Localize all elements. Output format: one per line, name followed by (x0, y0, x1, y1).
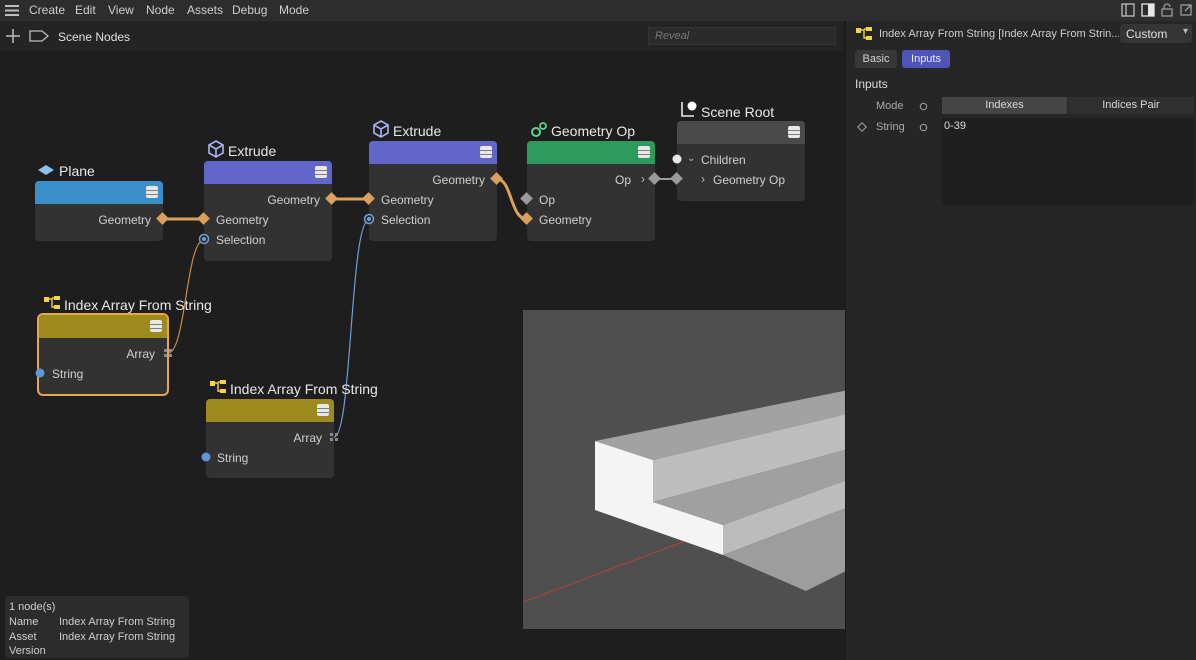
gears-icon (531, 122, 547, 137)
panel-title: Index Array From String [Index Array Fro… (879, 28, 1119, 40)
index-array2-string-input: String (217, 451, 249, 465)
node-menu-icon[interactable] (638, 146, 650, 158)
extrude2-geometry-output: Geometry (432, 173, 485, 187)
geometry-op-op-output: Op (614, 173, 631, 187)
name-value: Index Array From String (59, 616, 176, 628)
index-array2-node[interactable]: Array String (206, 399, 334, 478)
chevron-right-icon: › (641, 172, 645, 186)
keyframe-circle-icon[interactable] (919, 102, 928, 111)
index-array1-node-title: Index Array From String (64, 297, 212, 313)
extrude2-node-title: Extrude (393, 123, 442, 139)
index-array2-array-output: Array (293, 431, 322, 445)
string-value: 0-39 (944, 120, 967, 132)
extrude1-selection-input: Selection (216, 233, 266, 247)
node-count: 1 node(s) (9, 601, 56, 613)
node-menu-icon[interactable] (150, 320, 162, 332)
dropdown-arrow-icon: ▾ (1182, 26, 1188, 37)
mode-label: Mode (876, 100, 904, 112)
scene-root-node[interactable]: ⌄ Children › Geometry Op (677, 121, 805, 201)
plane-icon (38, 165, 54, 175)
string-textarea[interactable]: 0-39 (942, 118, 1194, 206)
geometry-op-geometry-input: Geometry (539, 213, 592, 227)
extrude2-selection-input: Selection (381, 213, 431, 227)
maximize-icon[interactable] (1179, 3, 1193, 17)
index-array1-string-input: String (52, 367, 84, 381)
version-label: Version (9, 645, 46, 657)
extrude1-node-title: Extrude (228, 143, 277, 159)
geometry-op-node-title: Geometry Op (551, 123, 636, 139)
plane-geometry-output: Geometry (98, 213, 151, 227)
extrude2-node[interactable]: Geometry Geometry Selection (369, 141, 497, 241)
index-array1-array-output: Array (126, 347, 155, 361)
plane-node-title: Plane (59, 163, 95, 179)
asset-label: Asset (9, 631, 37, 643)
keyframe-circle-icon[interactable] (919, 123, 928, 132)
node-menu-icon[interactable] (480, 146, 492, 158)
preset-dropdown[interactable]: Custom ▾ (1120, 24, 1192, 43)
scene-root-node-title: Scene Root (701, 104, 775, 120)
plane-node[interactable]: Geometry (35, 181, 163, 241)
attribute-panel: Index Array From String [Index Array Fro… (845, 21, 1196, 660)
port-diamond-icon (857, 122, 867, 132)
extrude1-node[interactable]: Geometry Geometry Selection (204, 161, 332, 261)
cube-icon (373, 120, 389, 138)
node-menu-icon[interactable] (317, 404, 329, 416)
index-array1-node[interactable]: Array String (39, 315, 167, 394)
chevron-down-icon[interactable]: ⌄ (687, 153, 695, 164)
index-array-icon (44, 296, 60, 309)
node-menu-icon[interactable] (315, 166, 327, 178)
geometry-op-op-input: Op (539, 193, 556, 207)
string-label: String (876, 121, 905, 133)
node-menu-icon[interactable] (146, 186, 158, 198)
index-array-icon (856, 27, 872, 40)
extrude2-geometry-input: Geometry (381, 193, 434, 207)
mode-option-indices-pair[interactable]: Indices Pair (1068, 97, 1194, 114)
node-menu-icon[interactable] (788, 126, 800, 138)
layout-split-icon[interactable] (1121, 3, 1135, 17)
extrude1-geometry-input: Geometry (216, 213, 269, 227)
mode-option-indexes[interactable]: Indexes (942, 97, 1067, 114)
index-array-icon (210, 380, 226, 393)
name-label: Name (9, 616, 39, 628)
scene-root-geometry-op-input: Geometry Op (713, 173, 786, 187)
section-inputs-header: Inputs (855, 77, 888, 91)
scene-root-children-input: Children (701, 153, 746, 167)
selection-info-box: 1 node(s) Name Index Array From String A… (5, 596, 189, 658)
geometry-op-node[interactable]: Op › Op Geometry (527, 141, 655, 241)
lock-icon[interactable] (1160, 3, 1174, 17)
chevron-right-icon[interactable]: › (701, 172, 705, 186)
asset-value: Index Array From String (59, 631, 176, 643)
extrude1-geometry-output: Geometry (267, 193, 320, 207)
layout-panel-icon[interactable] (1141, 3, 1155, 17)
index-array2-node-title: Index Array From String (230, 381, 378, 397)
tab-inputs[interactable]: Inputs (902, 50, 950, 68)
scene-root-icon (681, 101, 697, 117)
preset-value: Custom (1126, 27, 1168, 41)
cube-icon (208, 140, 224, 158)
tab-basic[interactable]: Basic (855, 50, 897, 68)
